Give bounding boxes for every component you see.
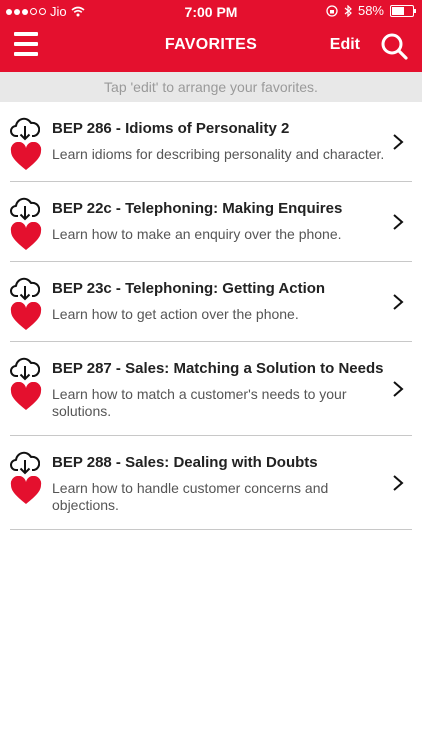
item-description: Learn how to match a customer's needs to… xyxy=(52,386,347,419)
chevron-right-icon xyxy=(393,293,404,310)
rotation-lock-icon xyxy=(326,4,338,17)
item-icons xyxy=(10,356,44,412)
item-title: BEP 286 - Idioms of Personality 2 xyxy=(52,120,290,137)
chevron-right-icon xyxy=(393,133,404,150)
battery-percent: 58% xyxy=(357,3,384,18)
chevron-right-icon xyxy=(393,474,404,491)
status-right: 58% xyxy=(326,3,416,18)
heart-icon[interactable] xyxy=(10,476,42,506)
chevron-right-icon xyxy=(393,213,404,230)
item-title: BEP 23c - Telephoning: Getting Action xyxy=(52,280,326,297)
item-title: BEP 288 - Sales: Dealing with Doubts xyxy=(52,454,318,471)
search-icon[interactable] xyxy=(380,32,408,60)
item-title: BEP 22c - Telephoning: Making Enquires xyxy=(52,200,343,217)
favorite-item[interactable]: BEP 286 - Idioms of Personality 2 Learn … xyxy=(10,102,412,182)
edit-hint: Tap 'edit' to arrange your favorites. xyxy=(0,72,422,102)
favorite-item[interactable]: BEP 23c - Telephoning: Getting Action Le… xyxy=(10,262,412,342)
item-text: BEP 23c - Telephoning: Getting Action Le… xyxy=(52,280,392,323)
item-text: BEP 288 - Sales: Dealing with Doubts Lea… xyxy=(52,454,392,514)
item-description: Learn how to make an enquiry over the ph… xyxy=(52,226,342,242)
item-icons xyxy=(10,276,44,332)
favorite-item[interactable]: BEP 22c - Telephoning: Making Enquires L… xyxy=(10,182,412,262)
battery-icon xyxy=(390,4,416,17)
heart-icon[interactable] xyxy=(10,302,42,332)
download-cloud-icon[interactable] xyxy=(10,356,40,382)
heart-icon[interactable] xyxy=(10,142,42,172)
chevron-right-icon xyxy=(393,380,404,397)
status-bar: Jio 7:00 PM 58% xyxy=(0,0,422,22)
download-cloud-icon[interactable] xyxy=(10,450,40,476)
download-cloud-icon[interactable] xyxy=(10,116,40,142)
item-icons xyxy=(10,196,44,252)
favorites-list: BEP 286 - Idioms of Personality 2 Learn … xyxy=(0,102,422,530)
nav-bar: FAVORITES Edit xyxy=(0,22,422,72)
item-icons xyxy=(10,450,44,506)
item-text: BEP 22c - Telephoning: Making Enquires L… xyxy=(52,200,392,243)
heart-icon[interactable] xyxy=(10,222,42,252)
favorite-item[interactable]: BEP 287 - Sales: Matching a Solution to … xyxy=(10,342,412,436)
item-text: BEP 287 - Sales: Matching a Solution to … xyxy=(52,360,392,420)
item-title: BEP 287 - Sales: Matching a Solution to … xyxy=(52,360,384,377)
item-description: Learn how to get action over the phone. xyxy=(52,306,299,322)
download-cloud-icon[interactable] xyxy=(10,196,40,222)
item-icons xyxy=(10,116,44,172)
item-description: Learn idioms for describing personality … xyxy=(52,146,385,162)
download-cloud-icon[interactable] xyxy=(10,276,40,302)
favorite-item[interactable]: BEP 288 - Sales: Dealing with Doubts Lea… xyxy=(10,436,412,530)
edit-button[interactable]: Edit xyxy=(330,36,360,54)
item-text: BEP 286 - Idioms of Personality 2 Learn … xyxy=(52,120,392,163)
heart-icon[interactable] xyxy=(10,382,42,412)
bluetooth-icon xyxy=(344,4,352,17)
app-header: Jio 7:00 PM 58% FAVORITES Edit xyxy=(0,0,422,72)
item-description: Learn how to handle customer concerns an… xyxy=(52,480,329,513)
